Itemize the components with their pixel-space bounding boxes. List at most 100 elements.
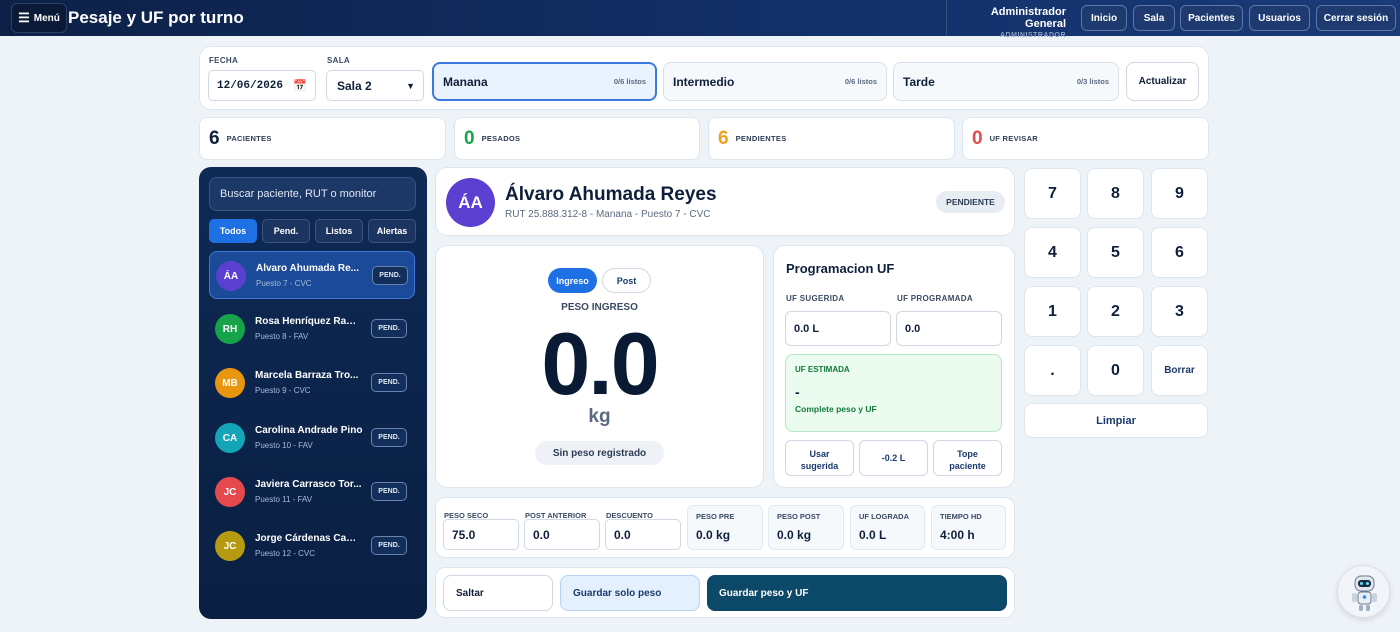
- patient-location: Puesto 7 - CVC: [256, 279, 312, 288]
- refresh-button[interactable]: Actualizar: [1126, 62, 1199, 101]
- key-3[interactable]: 3: [1151, 286, 1208, 337]
- uf-estimada-label: UF ESTIMADA: [795, 365, 850, 374]
- status-badge: PENDIENTE: [936, 191, 1005, 213]
- uf-sugerida-label: UF SUGERIDA: [786, 294, 845, 303]
- filter-listos[interactable]: Listos: [315, 219, 363, 243]
- patient-list-item[interactable]: RH Rosa Henríquez Ram... Puesto 8 - FAV …: [209, 305, 415, 353]
- stat-label: PENDIENTES: [735, 134, 787, 143]
- user-role: ADMINISTRADOR: [1000, 32, 1066, 39]
- nav-inicio-button[interactable]: Inicio: [1081, 5, 1127, 31]
- avatar: JC: [215, 477, 245, 507]
- stat-label: PESADOS: [481, 134, 521, 143]
- key-6[interactable]: 6: [1151, 227, 1208, 278]
- post-anterior-input[interactable]: 0.0: [524, 519, 600, 550]
- patient-list-item[interactable]: JC Jorge Cárdenas Cam... Puesto 12 - CVC…: [209, 522, 415, 570]
- key-0[interactable]: 0: [1087, 345, 1144, 396]
- tope-paciente-button[interactable]: Tope paciente: [933, 440, 1002, 476]
- peso-seco-metric: PESO SECO 75.0: [436, 505, 521, 550]
- patient-search-input[interactable]: Buscar paciente, RUT o monitor: [209, 177, 416, 211]
- uf-estimada-note: Complete peso y UF: [795, 404, 877, 414]
- avatar: JC: [215, 531, 245, 561]
- patient-list-item[interactable]: ÁA Álvaro Ahumada Re... Puesto 7 - CVC P…: [209, 251, 415, 299]
- toggle-ingreso[interactable]: Ingreso: [548, 268, 597, 293]
- stat-label: PACIENTES: [226, 134, 272, 143]
- patient-list-item[interactable]: JC Javiera Carrasco Tor... Puesto 11 - F…: [209, 468, 415, 516]
- date-input[interactable]: 12/06/2026 📅: [208, 70, 316, 101]
- sala-select[interactable]: Sala 2 ▼: [326, 70, 424, 101]
- tope-line1: Tope: [957, 449, 978, 459]
- sala-value: Sala 2: [337, 78, 372, 93]
- key-9[interactable]: 9: [1151, 168, 1208, 219]
- descuento-metric: DESCUENTO 0.0: [598, 505, 683, 550]
- peso-post-metric: PESO POST 0.0 kg: [768, 505, 844, 550]
- shift-count: 0/3 listos: [1076, 77, 1109, 86]
- stat-value: 0: [464, 127, 475, 149]
- avatar: MB: [215, 368, 245, 398]
- nav-sala-button[interactable]: Sala: [1133, 5, 1175, 31]
- shift-tab-intermedio[interactable]: Intermedio 0/6 listos: [663, 62, 887, 101]
- descuento-input[interactable]: 0.0: [605, 519, 681, 550]
- patient-location: Puesto 8 - FAV: [255, 332, 309, 341]
- metric-value: 0.0 kg: [696, 528, 731, 542]
- save-weight-uf-button[interactable]: Guardar peso y UF: [707, 575, 1007, 611]
- stat-uf-revisar: 0 UF REVISAR: [962, 117, 1209, 160]
- key-4[interactable]: 4: [1024, 227, 1081, 278]
- patient-location: Puesto 12 - CVC: [255, 549, 316, 558]
- save-weight-button[interactable]: Guardar solo peso: [560, 575, 700, 611]
- shift-tab-manana[interactable]: Manana 0/6 listos: [432, 62, 657, 101]
- clear-button[interactable]: Limpiar: [1024, 403, 1208, 438]
- status-badge: PEND.: [372, 266, 408, 285]
- top-bar: ☰ Menú Pesaje y UF por turno Administrad…: [0, 0, 1400, 39]
- hamburger-icon: ☰: [18, 10, 30, 25]
- patient-name: Javiera Carrasco Tor...: [255, 479, 362, 490]
- status-badge: PEND.: [371, 536, 407, 555]
- patient-name: Jorge Cárdenas Cam...: [255, 533, 363, 544]
- status-badge: PEND.: [371, 428, 407, 447]
- uf-title: Programacion UF: [786, 261, 895, 276]
- shift-count: 0/6 listos: [613, 77, 646, 86]
- filter-alertas[interactable]: Alertas: [368, 219, 416, 243]
- stat-value: 6: [209, 127, 220, 149]
- minus-button[interactable]: -0.2 L: [859, 440, 928, 476]
- patient-header: ÁA Álvaro Ahumada Reyes RUT 25.888.312-8…: [435, 167, 1015, 236]
- patient-list-item[interactable]: CA Carolina Andrade Pino Puesto 10 - FAV…: [209, 414, 415, 462]
- metric-label: PESO PRE: [696, 512, 735, 521]
- key-1[interactable]: 1: [1024, 286, 1081, 337]
- key-7[interactable]: 7: [1024, 168, 1081, 219]
- key-2[interactable]: 2: [1087, 286, 1144, 337]
- filter-todos[interactable]: Todos: [209, 219, 257, 243]
- fecha-label: FECHA: [209, 56, 239, 65]
- avatar: ÁA: [446, 178, 495, 227]
- patient-location: Puesto 11 - FAV: [255, 495, 313, 504]
- key-8[interactable]: 8: [1087, 168, 1144, 219]
- stat-label: UF REVISAR: [989, 134, 1038, 143]
- patient-name: Marcela Barraza Tro...: [255, 370, 359, 381]
- use-suggested-button[interactable]: Usar sugerida: [785, 440, 854, 476]
- shift-name: Tarde: [903, 74, 935, 89]
- assistant-button[interactable]: [1337, 565, 1390, 618]
- weight-unit: kg: [588, 406, 611, 427]
- logout-button[interactable]: Cerrar sesión: [1316, 5, 1396, 31]
- delete-key[interactable]: Borrar: [1151, 345, 1208, 396]
- stat-value: 6: [718, 127, 729, 149]
- nav-usuarios-button[interactable]: Usuarios: [1249, 5, 1310, 31]
- skip-button[interactable]: Saltar: [443, 575, 553, 611]
- uf-sugerida-value: 0.0 L: [785, 311, 891, 346]
- avatar: RH: [215, 314, 245, 344]
- patient-list-item[interactable]: MB Marcela Barraza Tro... Puesto 9 - CVC…: [209, 359, 415, 407]
- peso-seco-input[interactable]: 75.0: [443, 519, 519, 550]
- key-dot[interactable]: .: [1024, 345, 1081, 396]
- filter-pend[interactable]: Pend.: [262, 219, 310, 243]
- uf-programada-input[interactable]: 0.0: [896, 311, 1002, 346]
- patient-location: Puesto 9 - CVC: [255, 386, 311, 395]
- metric-value: 0.0 kg: [777, 528, 812, 542]
- sala-label: SALA: [327, 56, 350, 65]
- nav-pacientes-button[interactable]: Pacientes: [1180, 5, 1243, 31]
- key-5[interactable]: 5: [1087, 227, 1144, 278]
- toggle-post[interactable]: Post: [602, 268, 651, 293]
- menu-button[interactable]: ☰ Menú: [11, 3, 67, 33]
- avatar: CA: [215, 423, 245, 453]
- shift-name: Manana: [443, 74, 488, 89]
- use-suggested-line2: sugerida: [800, 461, 839, 471]
- shift-tab-tarde[interactable]: Tarde 0/3 listos: [893, 62, 1119, 101]
